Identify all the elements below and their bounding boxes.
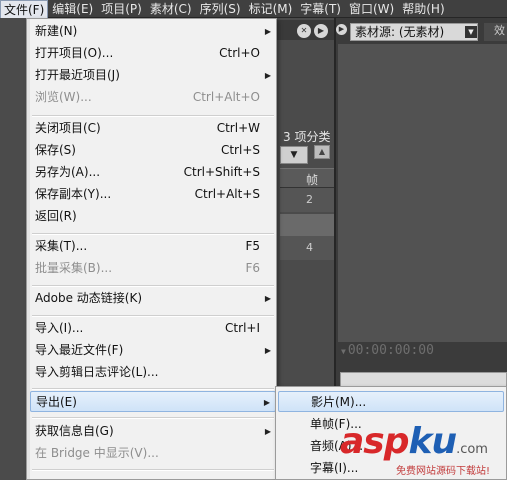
menu-item-save-copy[interactable]: 保存副本(Y)... Ctrl+Alt+S <box>30 184 276 205</box>
menu-item-shortcut: Ctrl+Shift+S <box>183 165 260 179</box>
submenu-item-label: 单帧(F)... <box>310 417 362 431</box>
menu-item-label: 返回(R) <box>35 209 77 223</box>
menu-help[interactable]: 帮助(H) <box>398 0 448 18</box>
menu-clip[interactable]: 素材(C) <box>146 0 196 18</box>
menu-item-import-recent[interactable]: 导入最近文件(F) ▶ <box>30 340 276 361</box>
menu-item-label: Adobe 动态链接(K) <box>35 291 143 305</box>
tab-source-monitor[interactable]: 素材源: (无素材) <box>350 23 478 41</box>
submenu-arrow-icon: ▶ <box>264 346 271 355</box>
submenu-item-title[interactable]: 字幕(I)... <box>278 458 504 479</box>
menu-item-shortcut: Ctrl+O <box>219 46 260 60</box>
menu-title[interactable]: 字幕(T) <box>296 0 345 18</box>
menu-item-shortcut: Ctrl+Alt+O <box>192 90 260 104</box>
menu-item-label: 关闭项目(C) <box>35 121 101 135</box>
timecode-display[interactable]: ▼ 00:00:00:00 <box>341 343 434 358</box>
export-submenu: 影片(M)... 单帧(F)... 音频(A)... 字幕(I)... <box>275 386 507 480</box>
menu-separator <box>32 115 274 117</box>
menu-item-browse: 浏览(W)... Ctrl+Alt+O <box>30 87 276 108</box>
chevron-down-icon[interactable]: ▼ <box>465 26 477 38</box>
menu-item-label: 导入最近文件(F) <box>35 343 124 357</box>
menu-project[interactable]: 项目(P) <box>97 0 146 18</box>
menu-item-shortcut: Ctrl+Alt+S <box>194 187 260 201</box>
timecode-value: 00:00:00:00 <box>347 343 434 358</box>
menu-item-label: 采集(T)... <box>35 239 88 253</box>
menu-item-shortcut: Ctrl+S <box>220 143 260 157</box>
submenu-arrow-icon: ▶ <box>264 27 271 36</box>
menu-item-shortcut: F5 <box>245 239 260 253</box>
menu-item-get-properties[interactable]: 获取信息自(G) ▶ <box>30 421 276 442</box>
menu-item-export[interactable]: 导出(E) ▶ <box>30 391 276 412</box>
menu-item-reveal-in-bridge: 在 Bridge 中显示(V)... <box>30 443 276 464</box>
source-video-area <box>338 44 507 342</box>
submenu-arrow-icon: ▶ <box>263 398 270 407</box>
panel-menu-icon[interactable]: ▶ <box>314 24 328 38</box>
menu-item-label: 打开最近项目(J) <box>35 68 120 82</box>
menu-separator <box>32 285 274 287</box>
menu-marker[interactable]: 标记(M) <box>245 0 297 18</box>
menu-item-label: 批量采集(B)... <box>35 261 113 275</box>
column-header-label: 帧 <box>306 173 319 187</box>
chevron-down-icon[interactable]: ▼ <box>280 146 308 164</box>
row-value: 2 <box>306 193 313 206</box>
menu-item-label: 另存为(A)... <box>35 165 101 179</box>
menu-bar: 文件(F) 编辑(E) 项目(P) 素材(C) 序列(S) 标记(M) 字幕(T… <box>0 0 507 18</box>
menu-item-new[interactable]: 新建(N) ▶ <box>30 21 276 42</box>
menu-item-label: 获取信息自(G) <box>35 424 114 438</box>
menu-edit[interactable]: 编辑(E) <box>48 0 97 18</box>
menu-item-batch-capture: 批量采集(B)... F6 <box>30 258 276 279</box>
menu-separator <box>32 388 274 390</box>
submenu-item-label: 字幕(I)... <box>310 461 359 475</box>
menu-separator <box>32 469 274 471</box>
menu-item-label: 导入剪辑日志评论(L)... <box>35 365 159 379</box>
panel-close-icon[interactable]: ✕ <box>297 24 311 38</box>
menu-separator <box>32 417 274 419</box>
menu-item-shortcut: F6 <box>245 261 260 275</box>
file-menu-dropdown: 新建(N) ▶ 打开项目(O)... Ctrl+O 打开最近项目(J) ▶ 浏览… <box>26 18 277 480</box>
row-value: 4 <box>306 241 313 254</box>
column-header[interactable]: 帧 <box>280 168 334 188</box>
menu-item-shortcut: Ctrl+I <box>225 321 260 335</box>
menu-item-close-project[interactable]: 关闭项目(C) Ctrl+W <box>30 118 276 139</box>
menu-item-label: 浏览(W)... <box>35 90 92 104</box>
menu-item-label: 导入(I)... <box>35 321 84 335</box>
scroll-up-icon[interactable]: ▲ <box>314 145 330 159</box>
menu-item-shortcut: Ctrl+W <box>216 121 260 135</box>
menu-item-open-recent[interactable]: 打开最近项目(J) ▶ <box>30 65 276 86</box>
menu-window[interactable]: 窗口(W) <box>345 0 398 18</box>
menu-item-label: 保存副本(Y)... <box>35 187 112 201</box>
menu-item-label: 打开项目(O)... <box>35 46 114 60</box>
menu-item-capture[interactable]: 采集(T)... F5 <box>30 236 276 257</box>
menu-item-save-as[interactable]: 另存为(A)... Ctrl+Shift+S <box>30 162 276 183</box>
menu-item-dynamic-link[interactable]: Adobe 动态链接(K) ▶ <box>30 288 276 309</box>
playhead-icon: ▼ <box>341 347 346 356</box>
menu-item-label: 新建(N) <box>35 24 78 38</box>
menu-item-import-clip-notes[interactable]: 导入剪辑日志评论(L)... <box>30 362 276 383</box>
submenu-item-label: 音频(A)... <box>310 439 364 453</box>
submenu-arrow-icon: ▶ <box>264 294 271 303</box>
menu-item-label: 导出(E) <box>36 395 77 409</box>
submenu-item-movie[interactable]: 影片(M)... <box>278 391 504 412</box>
menu-item-label: 保存(S) <box>35 143 76 157</box>
project-category-label: 3 项分类 <box>283 130 331 144</box>
submenu-item-audio[interactable]: 音频(A)... <box>278 436 504 457</box>
panel-menu-icon[interactable]: ▶ <box>336 24 347 35</box>
submenu-arrow-icon: ▶ <box>264 427 271 436</box>
tab-effects[interactable]: 效 <box>484 23 507 41</box>
submenu-arrow-icon: ▶ <box>264 71 271 80</box>
menu-separator <box>32 315 274 317</box>
table-row[interactable] <box>280 214 334 238</box>
submenu-item-label: 影片(M)... <box>311 395 367 409</box>
menu-item-label: 在 Bridge 中显示(V)... <box>35 446 159 460</box>
menu-item-open-project[interactable]: 打开项目(O)... Ctrl+O <box>30 43 276 64</box>
menu-item-revert[interactable]: 返回(R) <box>30 206 276 227</box>
menu-item-import[interactable]: 导入(I)... Ctrl+I <box>30 318 276 339</box>
submenu-item-frame[interactable]: 单帧(F)... <box>278 414 504 435</box>
menu-file[interactable]: 文件(F) <box>0 0 49 18</box>
menu-sequence[interactable]: 序列(S) <box>196 0 245 18</box>
menu-item-save[interactable]: 保存(S) Ctrl+S <box>30 140 276 161</box>
menu-separator <box>32 233 274 235</box>
